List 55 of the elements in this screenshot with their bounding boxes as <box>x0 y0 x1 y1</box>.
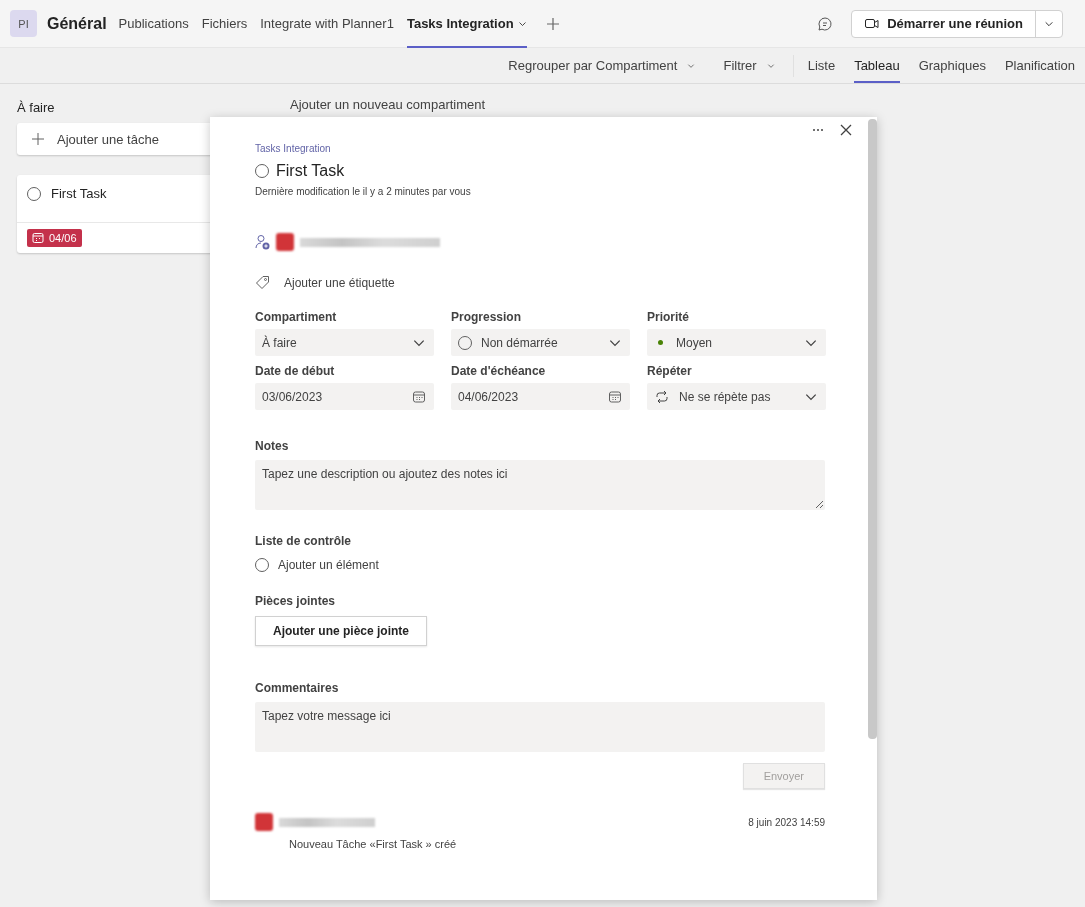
channel-tab[interactable]: Publications <box>118 0 189 48</box>
view-tab[interactable]: Planification <box>1004 48 1075 83</box>
plus-icon <box>31 132 45 146</box>
priority-dot <box>658 340 663 345</box>
field-label: Date d'échéance <box>451 364 547 378</box>
chat-icon[interactable] <box>817 15 834 32</box>
dropdown-field[interactable]: Non démarrée <box>451 329 630 356</box>
assignee-avatar <box>276 233 294 251</box>
add-bucket-link[interactable]: Ajouter un nouveau compartiment <box>290 96 486 112</box>
dropdown-field[interactable]: Ne se répète pas <box>647 383 826 410</box>
team-avatar: PI <box>10 10 37 37</box>
task-title: First Task <box>276 162 345 180</box>
field-label: Compartiment <box>255 310 338 324</box>
section-label: Commentaires <box>255 681 340 695</box>
section-label: Liste de contrôle <box>255 534 353 548</box>
dropdown-field[interactable]: Moyen <box>647 329 826 356</box>
dropdown-field[interactable]: À faire <box>255 329 434 356</box>
scrollbar-thumb[interactable] <box>868 119 877 739</box>
section-label: Notes <box>255 439 290 453</box>
field-label: Progression <box>451 310 523 324</box>
field-label: Date de début <box>255 364 336 378</box>
section-label: Pièces jointes <box>255 594 337 608</box>
field-label: Priorité <box>647 310 690 324</box>
assign-user-icon[interactable] <box>255 234 270 250</box>
field-label: Répéter <box>647 364 693 378</box>
notes-field[interactable]: Tapez une description ou ajoutez des notes ici <box>255 460 825 510</box>
date-field[interactable]: 04/06/2023 <box>451 383 630 410</box>
date-field[interactable]: 03/06/2023 <box>255 383 434 410</box>
commenter-avatar <box>255 813 273 831</box>
task-title: First Task <box>51 186 107 201</box>
view-tab[interactable]: Liste <box>807 48 836 83</box>
view-tab[interactable]: Tableau <box>854 48 900 83</box>
calendar-icon <box>412 389 426 404</box>
comment-text: Nouveau Tâche «First Task » créé <box>289 838 458 850</box>
comment-field[interactable]: Tapez votre message ici <box>255 702 825 752</box>
channel-tab[interactable]: Fichiers <box>201 0 248 48</box>
start-meeting-button[interactable]: Démarrer une réunion <box>852 10 1035 37</box>
channel-tab[interactable]: Integrate with Planner1 <box>260 0 394 48</box>
calendar-icon <box>608 389 622 404</box>
team-name: Général <box>47 14 107 33</box>
view-tab[interactable]: Graphiques <box>918 48 986 83</box>
group-by-dropdown[interactable]: Regrouper par Compartiment <box>508 58 696 73</box>
add-attachment-button[interactable]: Ajouter une pièce jointe <box>255 616 428 646</box>
tag-icon <box>255 275 270 290</box>
close-icon[interactable] <box>839 123 853 137</box>
resize-handle-icon[interactable] <box>815 500 824 509</box>
bucket-title: À faire <box>17 99 56 117</box>
add-checklist-item[interactable]: Ajouter un élément <box>255 558 825 572</box>
video-camera-icon <box>864 16 880 31</box>
filter-dropdown[interactable]: Filtrer <box>723 58 775 73</box>
comment-time: 8 juin 2023 14:59 <box>748 816 825 828</box>
add-label-button[interactable]: Ajouter une étiquette <box>255 275 825 290</box>
due-date-badge: 04/06 <box>27 229 82 247</box>
repeat-icon <box>654 388 670 405</box>
calendar-icon <box>32 232 44 244</box>
